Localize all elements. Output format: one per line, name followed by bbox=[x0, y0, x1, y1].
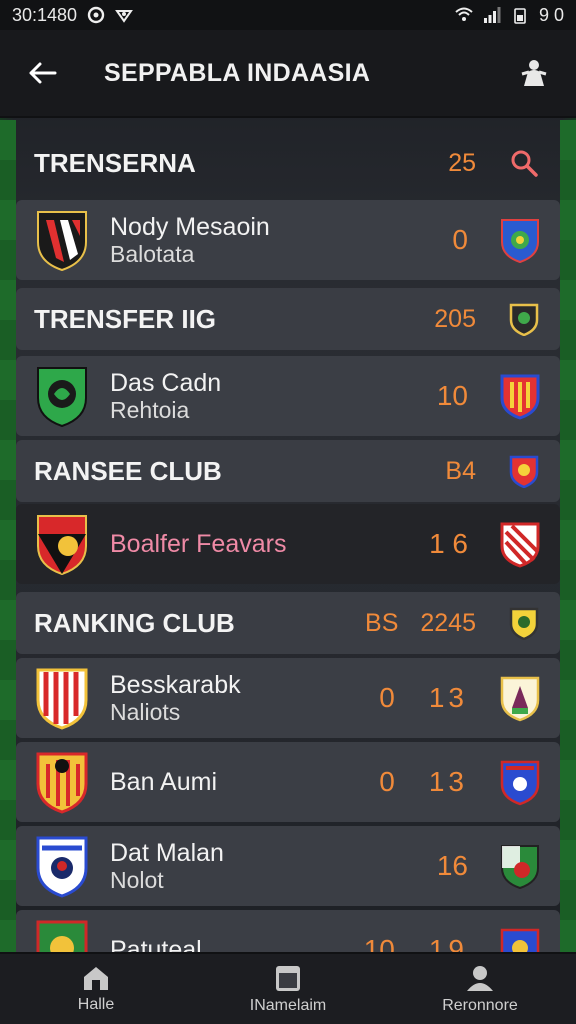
section-header: TRENSFER IIG 205 bbox=[16, 288, 560, 350]
list-item[interactable]: Besskarabk Naliots 0 13 bbox=[16, 658, 560, 738]
page-title: SEPPABLA INDAASIA bbox=[104, 58, 371, 87]
club-subname: Nolot bbox=[110, 866, 164, 893]
club-name: Boalfer Feavars bbox=[110, 529, 287, 558]
club-score: 10 bbox=[363, 934, 395, 952]
vpn-icon bbox=[115, 10, 133, 23]
club-score: 0 bbox=[452, 224, 468, 255]
battery-icon bbox=[514, 8, 526, 24]
status-bar: 30:1480 9 0 bbox=[0, 0, 576, 30]
club-name: Patuteal bbox=[110, 935, 202, 952]
club-name: Nody Mesaoin bbox=[110, 212, 270, 241]
club-subname: Rehtoia bbox=[110, 396, 190, 423]
profile-icon bbox=[467, 966, 493, 991]
player-action-button[interactable] bbox=[516, 55, 552, 91]
search-icon bbox=[511, 150, 538, 177]
club-score: 16 bbox=[436, 850, 468, 881]
opponent-badge-icon bbox=[500, 522, 540, 568]
section-title: TRENSERNA bbox=[34, 147, 196, 178]
home-icon bbox=[84, 967, 108, 990]
club-subname: Naliots bbox=[110, 698, 181, 725]
club-subname: Balotata bbox=[110, 240, 195, 267]
section-title: TRENSFER IIG bbox=[34, 303, 217, 334]
nav-label: Reronnore bbox=[442, 997, 518, 1014]
section-header: TRENSERNA 25 bbox=[16, 132, 560, 194]
calendar-icon bbox=[276, 966, 300, 991]
club-crest-icon bbox=[36, 668, 88, 730]
section-points: 2245 bbox=[420, 608, 476, 637]
cell-signal-icon bbox=[483, 7, 501, 23]
shield-icon bbox=[509, 607, 539, 640]
opponent-badge-icon bbox=[501, 219, 539, 264]
nav-label: Halle bbox=[77, 996, 115, 1013]
opponent-badge-icon bbox=[500, 676, 540, 722]
ranking-list[interactable]: TRENSERNA 25 Nody Mesaoin Balotata 0 TRE… bbox=[0, 118, 576, 952]
list-item[interactable]: Ban Aumi 0 13 bbox=[16, 742, 560, 822]
club-crest-icon bbox=[36, 752, 88, 814]
opponent-badge-icon bbox=[500, 760, 540, 806]
section-title: RANSEE CLUB bbox=[34, 455, 222, 486]
club-crest-icon bbox=[36, 920, 88, 952]
wifi-icon bbox=[455, 7, 473, 21]
club-score: 0 bbox=[379, 682, 395, 713]
shield-icon bbox=[509, 455, 539, 488]
section-header: RANSEE CLUB B4 bbox=[16, 440, 560, 502]
opponent-badge-icon bbox=[500, 374, 540, 420]
list-item[interactable]: Das Cadn Rehtoia 10 bbox=[16, 356, 560, 436]
list-item[interactable]: Dat Malan Nolot 16 bbox=[16, 826, 560, 906]
section-header: RANKING CLUB BS 2245 bbox=[16, 592, 560, 654]
bottom-navigation: Halle INamelaim Reronnore bbox=[0, 952, 576, 1024]
club-crest-icon bbox=[36, 836, 88, 898]
club-points: 19 bbox=[428, 934, 468, 952]
club-crest-icon bbox=[37, 515, 87, 576]
section-badge bbox=[506, 453, 542, 489]
sync-icon bbox=[87, 6, 105, 24]
section-count: B4 bbox=[445, 456, 476, 485]
list-item[interactable]: Nody Mesaoin Balotata 0 bbox=[16, 200, 560, 280]
club-crest-icon bbox=[37, 367, 87, 428]
list-item[interactable]: Boalfer Feavars 1 6 bbox=[16, 504, 560, 584]
club-name: Das Cadn bbox=[110, 368, 222, 397]
club-crest-icon bbox=[37, 211, 87, 272]
player-icon bbox=[521, 60, 547, 86]
section-count: 205 bbox=[434, 304, 476, 333]
club-name: Besskarabk bbox=[110, 670, 241, 699]
opponent-badge-icon bbox=[501, 845, 539, 890]
list-item[interactable]: Patuteal 10 19 bbox=[16, 910, 560, 952]
opponent-badge-icon bbox=[500, 928, 540, 952]
section-count: BS bbox=[365, 608, 399, 637]
shield-icon bbox=[509, 303, 539, 336]
club-score: 0 bbox=[379, 766, 395, 797]
back-button[interactable] bbox=[24, 55, 60, 91]
section-badge bbox=[506, 605, 542, 641]
arrow-left-icon bbox=[29, 62, 57, 84]
section-badge bbox=[506, 301, 542, 337]
club-score: 10 bbox=[436, 380, 468, 411]
status-time: 30:1480 bbox=[12, 4, 78, 25]
club-name: Dat Malan bbox=[110, 838, 224, 867]
search-button[interactable] bbox=[506, 145, 542, 181]
nav-label: INamelaim bbox=[249, 997, 327, 1014]
club-score: 1 6 bbox=[429, 528, 468, 559]
nav-profile[interactable]: Reronnore bbox=[390, 963, 570, 1015]
club-points: 13 bbox=[428, 682, 468, 713]
club-points: 13 bbox=[428, 766, 468, 797]
club-name: Ban Aumi bbox=[110, 767, 218, 796]
nav-home[interactable]: Halle bbox=[6, 964, 186, 1014]
app-bar: SEPPABLA INDAASIA bbox=[0, 30, 576, 118]
section-title: RANKING CLUB bbox=[34, 607, 235, 638]
section-count: 25 bbox=[448, 148, 476, 177]
status-signal-text: 9 0 bbox=[538, 4, 564, 25]
nav-calendar[interactable]: INamelaim bbox=[198, 963, 378, 1015]
